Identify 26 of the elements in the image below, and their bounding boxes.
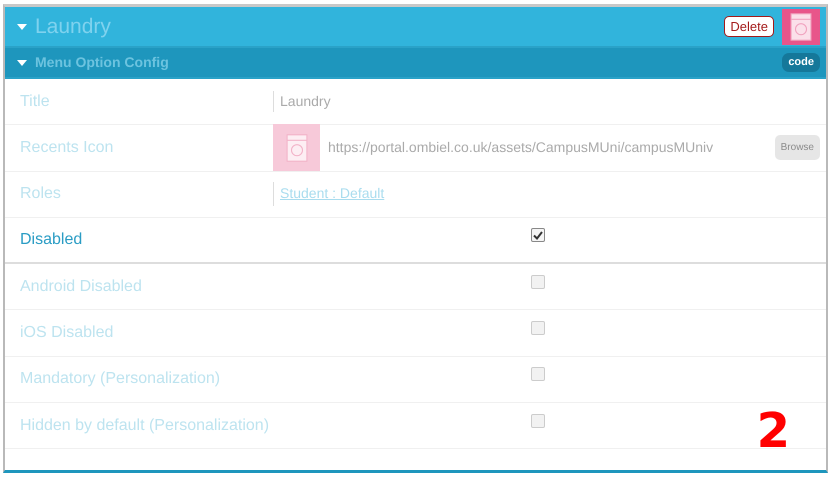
panel-title: Laundry (35, 14, 111, 40)
field-label: Hidden by default (Personalization) (19, 416, 270, 436)
checkbox[interactable] (531, 274, 545, 289)
icon-url-field[interactable]: https://portal.ombiel.co.uk/assets/CampusMUni/campusMUniv (320, 137, 769, 158)
checkbox[interactable] (531, 228, 545, 242)
field-label: Title (19, 92, 51, 112)
role-link[interactable]: Student : Default (280, 185, 384, 202)
step-number: 2 (756, 407, 790, 455)
checkbox[interactable] (531, 414, 545, 428)
field-label: iOS Disabled (19, 323, 114, 344)
title-field[interactable]: Laundry (273, 91, 331, 112)
washing-machine-icon (782, 8, 820, 44)
delete-button[interactable]: Delete (724, 16, 774, 38)
section-title: Menu Option Config (35, 53, 169, 72)
checkbox[interactable] (531, 367, 545, 382)
collapse-caret-icon[interactable] (17, 24, 27, 30)
field-label: Mandatory (Personalization) (19, 369, 222, 390)
washing-machine-icon (273, 124, 320, 172)
browse-button[interactable]: Browse (774, 135, 820, 160)
checkbox[interactable] (531, 321, 545, 336)
code-button[interactable]: code (782, 53, 820, 72)
field-label: Disabled (19, 230, 84, 250)
field-label: Android Disabled (19, 276, 143, 297)
field-label: Roles (19, 184, 62, 204)
field-label: Recents Icon (19, 138, 114, 158)
collapse-caret-icon[interactable] (17, 60, 27, 66)
